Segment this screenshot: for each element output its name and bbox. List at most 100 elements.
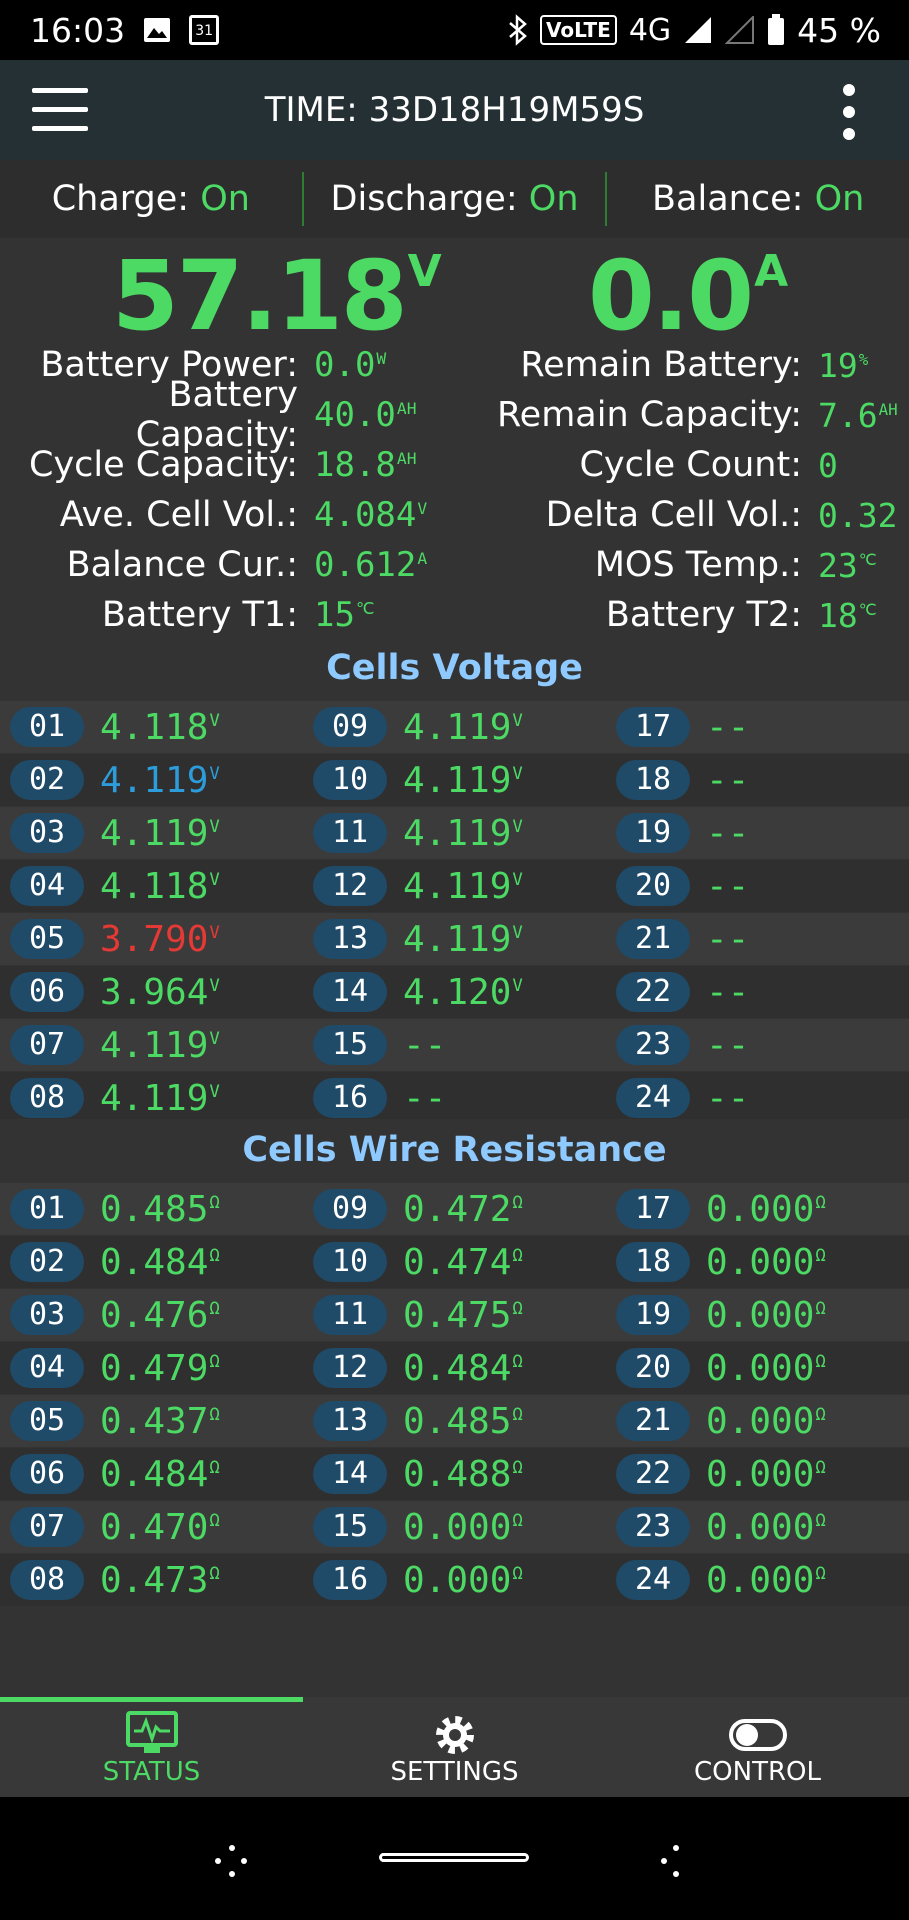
info-value: 19%: [818, 345, 869, 385]
calendar-icon: 31: [189, 15, 220, 45]
cell-number-badge: 20: [616, 1348, 690, 1388]
nav-status[interactable]: STATUS: [0, 1697, 303, 1797]
info-value: 18℃: [818, 595, 877, 635]
cell-number-badge: 06: [10, 972, 84, 1012]
cell-value: 0.484Ω: [100, 1453, 220, 1495]
info-row-left: Battery T1: 15℃: [0, 590, 374, 640]
cell-number-badge: 04: [10, 1348, 84, 1388]
cell-item: 04 4.118V: [0, 860, 303, 913]
cell-item: 10 0.474Ω: [303, 1236, 606, 1289]
cell-column: 09 0.472Ω 10 0.474Ω 11 0.475Ω 12 0.484Ω 13 0.485Ω…: [303, 1183, 606, 1607]
cell-item: 09 4.119V: [303, 701, 606, 754]
cell-value: --: [706, 812, 750, 854]
signal-empty-icon: [725, 16, 755, 44]
cell-value: 0.473Ω: [100, 1559, 220, 1601]
nav-control[interactable]: CONTROL: [606, 1697, 909, 1797]
nav-control-label: CONTROL: [694, 1757, 821, 1787]
cell-value: 3.964V: [100, 971, 220, 1013]
cell-number-badge: 24: [616, 1560, 690, 1600]
info-value: 0.0W: [314, 345, 387, 385]
cell-number-badge: 16: [313, 1078, 387, 1118]
info-row-left: Cycle Capacity: 18.8AH: [0, 440, 417, 490]
cell-value: 4.119V: [100, 759, 220, 801]
cell-number-badge: 23: [616, 1025, 690, 1065]
recents-gesture-icon[interactable]: [656, 1843, 696, 1879]
cell-number-badge: 03: [10, 813, 84, 853]
cell-number-badge: 07: [10, 1025, 84, 1065]
info-value: 7.6AH: [818, 395, 898, 435]
total-current: 0.0A: [588, 240, 788, 352]
cell-item: 08 0.473Ω: [0, 1554, 303, 1607]
discharge-label: Discharge:: [330, 179, 518, 219]
cell-item: 04 0.479Ω: [0, 1342, 303, 1395]
volte-badge: VoLTE: [539, 15, 617, 45]
info-value: 0: [818, 445, 838, 485]
cell-value: 4.119V: [100, 812, 220, 854]
cell-number-badge: 13: [313, 1401, 387, 1441]
home-pill[interactable]: [379, 1853, 529, 1862]
cell-item: 23 0.000Ω: [606, 1501, 909, 1554]
hamburger-menu-icon[interactable]: [32, 88, 88, 134]
cell-value: 0.000Ω: [403, 1506, 523, 1548]
info-label: Battery T1:: [101, 595, 298, 635]
cell-item: 12 0.484Ω: [303, 1342, 606, 1395]
cell-number-badge: 05: [10, 1401, 84, 1441]
cell-value: 0.000Ω: [706, 1400, 826, 1442]
cell-item: 03 0.476Ω: [0, 1289, 303, 1342]
cell-value: 0.474Ω: [403, 1241, 523, 1283]
cell-number-badge: 11: [313, 813, 387, 853]
monitor-pulse-icon: [125, 1711, 178, 1753]
cell-number-badge: 08: [10, 1560, 84, 1600]
cell-number-badge: 02: [10, 1242, 84, 1282]
cell-item: 01 4.118V: [0, 701, 303, 754]
cell-number-badge: 04: [10, 866, 84, 906]
info-value: 40.0AH: [314, 395, 417, 435]
cell-item: 19 --: [606, 807, 909, 860]
cell-number-badge: 15: [313, 1507, 387, 1547]
balance-state: Balance: On: [607, 179, 909, 219]
toggle-icon: [728, 1719, 787, 1751]
total-voltage: 57.18V: [112, 240, 442, 352]
info-row-right: MOS Temp.: 23℃: [440, 540, 877, 590]
cell-item: 24 --: [606, 1072, 909, 1125]
nav-settings[interactable]: SETTINGS: [303, 1697, 606, 1797]
back-gesture-icon[interactable]: [212, 1843, 252, 1879]
cell-item: 20 --: [606, 860, 909, 913]
cell-number-badge: 03: [10, 1295, 84, 1335]
cell-column: 01 4.118V 02 4.119V 03 4.119V 04 4.118V 05 3.790V…: [0, 701, 303, 1125]
cell-item: 06 0.484Ω: [0, 1448, 303, 1501]
cell-item: 18 --: [606, 754, 909, 807]
cell-item: 07 0.470Ω: [0, 1501, 303, 1554]
cell-value: 0.475Ω: [403, 1294, 523, 1336]
info-row-right: Remain Capacity: 7.6AH: [440, 390, 898, 440]
cell-value: 0.479Ω: [100, 1347, 220, 1389]
cell-value: 0.000Ω: [706, 1453, 826, 1495]
current-value: 0.0: [588, 240, 754, 352]
cell-number-badge: 23: [616, 1507, 690, 1547]
calendar-day: 31: [195, 23, 214, 39]
cell-value: 4.119V: [403, 918, 523, 960]
charge-state: Charge: On: [0, 179, 302, 219]
info-value: 0.32: [818, 495, 898, 535]
discharge-state: Discharge: On: [304, 179, 606, 219]
cell-number-badge: 14: [313, 1454, 387, 1494]
info-label: MOS Temp.:: [594, 545, 802, 585]
cell-item: 11 4.119V: [303, 807, 606, 860]
info-label: Ave. Cell Vol.:: [59, 495, 298, 535]
info-row-right: Cycle Count: 0: [440, 440, 839, 490]
cell-number-badge: 11: [313, 1295, 387, 1335]
cell-value: 0.485Ω: [403, 1400, 523, 1442]
cells-resistance-title: Cells Wire Resistance: [0, 1119, 909, 1181]
cell-value: --: [706, 971, 750, 1013]
cell-number-badge: 09: [313, 707, 387, 747]
cell-item: 19 0.000Ω: [606, 1289, 909, 1342]
cell-number-badge: 06: [10, 1454, 84, 1494]
cell-number-badge: 13: [313, 919, 387, 959]
more-options-icon[interactable]: [843, 84, 859, 140]
page-title: TIME: 33D18H19M59S: [264, 90, 645, 130]
cell-number-badge: 08: [10, 1078, 84, 1118]
signal-strength-icon: [685, 17, 712, 43]
cell-item: 14 4.120V: [303, 966, 606, 1019]
info-label: Balance Cur.:: [66, 545, 298, 585]
info-value: 23℃: [818, 545, 877, 585]
